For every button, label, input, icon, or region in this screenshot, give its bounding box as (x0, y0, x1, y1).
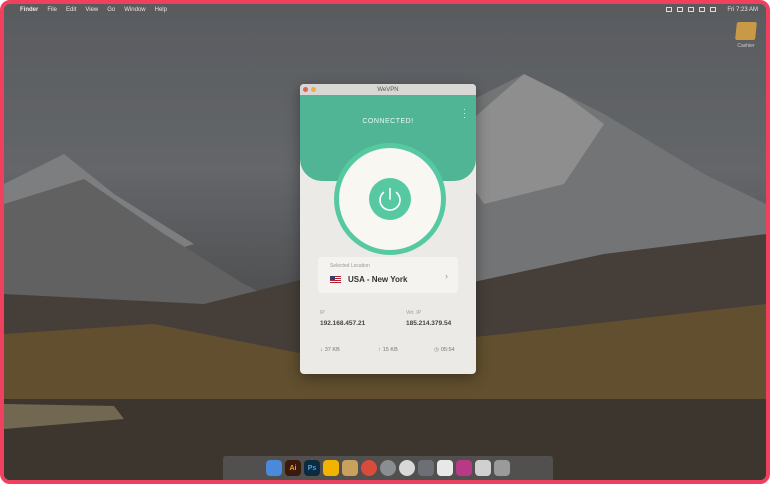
chevron-right-icon: › (445, 271, 448, 281)
wifi-icon[interactable] (688, 7, 695, 12)
menu-go[interactable]: Go (107, 7, 115, 13)
battery-icon[interactable] (710, 7, 717, 12)
more-options-icon[interactable]: · · · (463, 105, 466, 122)
status-icon[interactable] (666, 7, 673, 12)
desktop-icon-label: Cashier (737, 43, 755, 49)
menu-file[interactable]: File (47, 7, 57, 13)
volume-icon[interactable] (699, 7, 706, 12)
illustrator-icon[interactable]: Ai (285, 460, 301, 476)
virtual-ip-label: Virt. IP (406, 310, 421, 316)
upload-stat: ↑ 15 KB (378, 347, 398, 353)
folder-icon[interactable] (342, 460, 358, 476)
virtual-ip-value: 185.214.379.54 (406, 320, 452, 327)
upload-value: 15 KB (382, 347, 398, 353)
menu-bar: Finder File Edit View Go Window Help Fri… (4, 4, 766, 15)
power-ring-inner (339, 148, 441, 250)
menu-clock[interactable]: Fri 7:23 AM (727, 7, 758, 13)
package-icon (735, 22, 757, 40)
location-value: USA - New York (348, 275, 408, 284)
location-selector[interactable]: Selected Location USA - New York › (318, 257, 458, 293)
menu-window[interactable]: Window (124, 7, 145, 13)
screenshot-frame: Finder File Edit View Go Window Help Fri… (0, 0, 770, 484)
wevpn-icon[interactable] (456, 460, 472, 476)
preferences-icon[interactable] (418, 460, 434, 476)
download-arrow-icon: ↓ (320, 347, 323, 353)
upload-arrow-icon: ↑ (378, 347, 381, 353)
download-value: 37 KB (324, 347, 340, 353)
menu-help[interactable]: Help (155, 7, 167, 13)
ip-value: 192.168.457.21 (320, 320, 366, 327)
connection-status: CONNECTED! (362, 118, 414, 125)
clock-icon: ◷ (434, 347, 439, 353)
timer-value: 05:54 (440, 347, 455, 353)
desktop-package-icon[interactable]: Cashier (726, 22, 766, 49)
calendar-icon[interactable] (437, 460, 453, 476)
launchpad-icon[interactable] (380, 460, 396, 476)
status-icon[interactable] (677, 7, 684, 12)
power-button[interactable] (369, 178, 411, 220)
sketch-icon[interactable] (323, 460, 339, 476)
window-title: WeVPN (377, 86, 399, 93)
finder-icon[interactable] (266, 460, 282, 476)
power-icon (379, 187, 401, 211)
location-label: Selected Location (330, 263, 370, 269)
status-area: Fri 7:23 AM (666, 7, 758, 13)
ip-label: IP (320, 310, 325, 316)
itunes-icon[interactable] (399, 460, 415, 476)
usa-flag-icon (330, 276, 341, 283)
trash-icon[interactable] (494, 460, 510, 476)
menu-finder[interactable]: Finder (20, 7, 38, 13)
download-stat: ↓ 37 KB (320, 347, 340, 353)
chrome-icon[interactable] (361, 460, 377, 476)
window-titlebar[interactable]: WeVPN (300, 84, 476, 95)
timer-stat: ◷ 05:54 (434, 347, 455, 353)
menu-edit[interactable]: Edit (66, 7, 76, 13)
power-ring (334, 143, 446, 255)
dock: Ai Ps (223, 456, 553, 480)
keyboard-icon[interactable] (475, 460, 491, 476)
menu-view[interactable]: View (85, 7, 98, 13)
photoshop-icon[interactable]: Ps (304, 460, 320, 476)
